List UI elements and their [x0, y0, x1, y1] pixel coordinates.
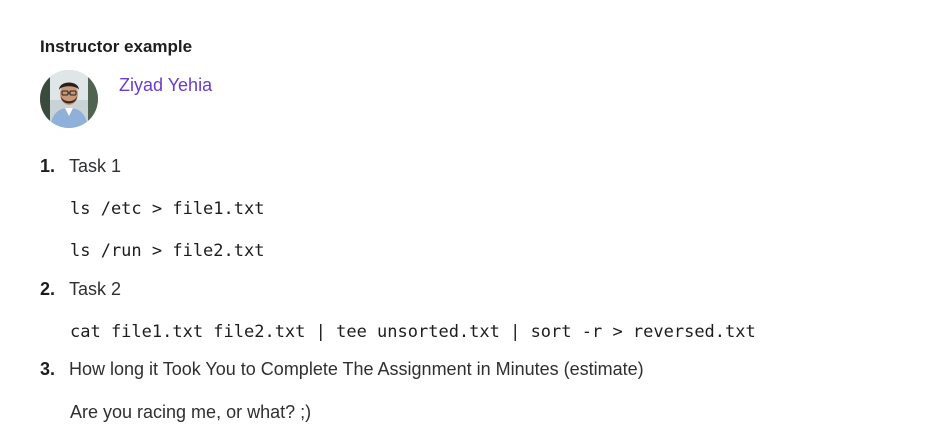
- list-number-1: 1.: [40, 156, 56, 176]
- instructor-name-link[interactable]: Ziyad Yehia: [119, 75, 212, 96]
- task-1-command-1: ls /etc > file1.txt: [70, 199, 265, 219]
- list-number-3: 3.: [40, 359, 56, 379]
- task-3-answer: Are you racing me, or what? ;): [70, 402, 312, 422]
- task-3-label: How long it Took You to Complete The Ass…: [69, 359, 644, 379]
- task-1-label: Task 1: [69, 156, 122, 176]
- avatar-photo-icon: [40, 70, 98, 128]
- instructor-avatar[interactable]: [40, 70, 98, 128]
- list-number-2: 2.: [40, 279, 56, 299]
- task-2-label: Task 2: [69, 279, 122, 299]
- task-2-command-1: cat file1.txt file2.txt | tee unsorted.t…: [70, 322, 756, 342]
- section-title: Instructor example: [40, 37, 193, 56]
- task-1-command-2: ls /run > file2.txt: [70, 241, 265, 261]
